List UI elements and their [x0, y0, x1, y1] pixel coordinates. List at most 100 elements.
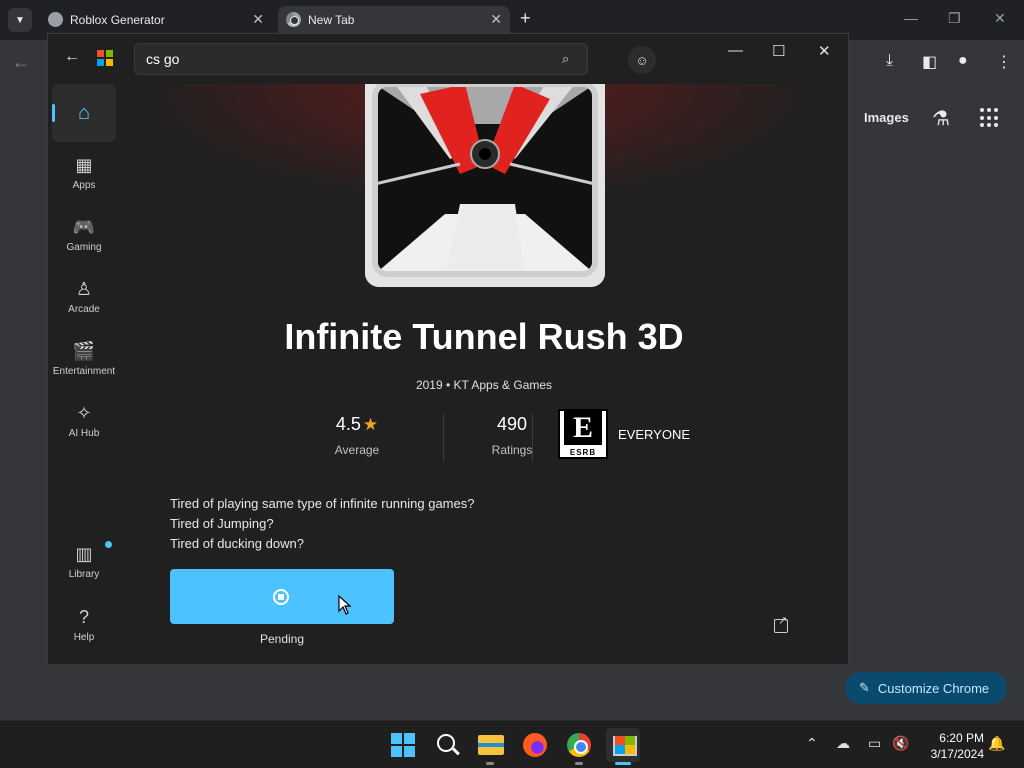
app-title: Infinite Tunnel Rush 3D [284, 316, 684, 357]
nav-help[interactable]: ? Help [52, 598, 116, 656]
apps-icon: ▦ [75, 155, 93, 175]
running-indicator [486, 762, 494, 765]
profile-icon[interactable]: ● [958, 52, 968, 70]
active-indicator [615, 762, 631, 765]
google-apps-icon[interactable] [980, 108, 1000, 128]
firefox-icon[interactable] [520, 730, 550, 760]
tab-title: New Tab [308, 13, 355, 27]
meta-separator: • [446, 378, 451, 392]
search-icon[interactable] [432, 730, 462, 760]
volume-muted-icon[interactable]: 🔇 [892, 735, 909, 752]
nav-label: Help [73, 632, 95, 643]
time: 6:20 PM [939, 731, 984, 745]
labs-flask-icon[interactable]: ⚗ [932, 106, 950, 131]
show-hidden-icons-icon[interactable]: ⌃ [806, 735, 818, 752]
chrome-icon [286, 12, 301, 27]
notification-dot [105, 541, 112, 548]
store-sidebar: ⌂ ▦ Apps 🎮 Gaming ♙ Arcade 🎬 Entertainme… [48, 84, 120, 664]
tunnel-artwork [365, 84, 605, 287]
description-line: Tired of playing same type of infinite r… [170, 496, 475, 511]
store-logo-icon [97, 50, 113, 66]
nav-home[interactable]: ⌂ [52, 84, 116, 142]
tab-new-tab[interactable]: New Tab ✕ [278, 6, 510, 34]
back-arrow-icon[interactable]: ← [12, 52, 30, 73]
install-status: Pending [259, 632, 305, 646]
esrb-text: ESRB [569, 448, 597, 457]
joystick-icon: ♙ [75, 279, 93, 299]
search-icon[interactable]: ⌕ [562, 51, 569, 67]
star-icon: ★ [362, 415, 379, 434]
start-windows-icon[interactable] [388, 730, 418, 760]
nav-label: Library [68, 569, 100, 580]
nav-arcade[interactable]: ♙ Arcade [52, 270, 116, 328]
close-window-icon[interactable]: ✕ [818, 42, 831, 60]
tab-title: Roblox Generator [70, 13, 165, 27]
app-description: Tired of playing same type of infinite r… [170, 494, 474, 554]
back-arrow-icon[interactable]: ← [64, 48, 80, 66]
tab-search-button[interactable]: ▼ [8, 8, 32, 32]
display-icon[interactable]: ▭ [868, 735, 881, 752]
minimize-icon[interactable]: — [904, 10, 918, 26]
app-meta: 2019 • KT Apps & Games [120, 378, 848, 392]
close-tab-icon[interactable]: ✕ [252, 11, 264, 28]
nav-label: Arcade [68, 304, 100, 315]
ratings-count-block[interactable]: 490 Ratings [472, 414, 552, 457]
new-tab-button[interactable]: + [520, 8, 531, 29]
close-tab-icon[interactable]: ✕ [490, 11, 502, 28]
stop-download-icon[interactable] [273, 589, 289, 605]
age-rating-label: EVERYONE [618, 427, 691, 442]
nav-label: Entertainment [52, 366, 116, 377]
publisher-link[interactable]: KT Apps & Games [454, 378, 553, 392]
ratings-count: 490 [496, 414, 528, 434]
kebab-menu-icon[interactable]: ⋮ [996, 52, 1012, 72]
description-line: Tired of ducking down? [170, 536, 304, 551]
nav-library[interactable]: ▥ Library [52, 535, 116, 593]
esrb-letter: E [564, 411, 602, 445]
rating-value: 4.5 [335, 414, 361, 434]
minimize-icon[interactable]: — [728, 42, 743, 59]
chrome-icon[interactable] [564, 730, 594, 760]
mouse-cursor-icon [338, 595, 352, 615]
home-icon: ⌂ [77, 102, 91, 124]
app-detail-page: Infinite Tunnel Rush 3D 2019 • KT Apps &… [120, 84, 848, 664]
globe-icon [48, 12, 63, 27]
search-input[interactable] [134, 43, 588, 75]
images-link[interactable]: Images [864, 110, 909, 125]
account-icon[interactable]: ☺ [628, 46, 656, 74]
nav-entertainment[interactable]: 🎬 Entertainment [52, 332, 116, 390]
share-icon[interactable] [774, 614, 788, 633]
file-explorer-icon[interactable] [476, 730, 506, 760]
running-indicator [575, 762, 583, 765]
customize-chrome-button[interactable]: ✎ Customize Chrome [845, 672, 1007, 704]
esrb-badge[interactable]: E ESRB [558, 409, 608, 459]
average-rating: 4.5 ★ Average [312, 414, 402, 457]
clock[interactable]: 6:20 PM 3/17/2024 [918, 730, 984, 762]
close-window-icon[interactable]: ✕ [994, 10, 1006, 27]
gamepad-icon: 🎮 [72, 217, 96, 237]
pencil-icon: ✎ [859, 680, 870, 695]
release-year: 2019 [415, 378, 443, 392]
maximize-icon[interactable]: ☐ [772, 42, 785, 60]
tab-roblox-generator[interactable]: Roblox Generator ✕ [40, 6, 272, 34]
date: 3/17/2024 [930, 747, 984, 761]
microsoft-store-icon[interactable] [606, 728, 640, 762]
rating-label: Average [334, 443, 380, 457]
microsoft-store-window: ← ⌕ ☺ — ☐ ✕ ⌂ ▦ Apps 🎮 Gaming ♙ Arcade 🎬… [47, 33, 849, 665]
help-icon: ? [78, 607, 89, 627]
nav-ai-hub[interactable]: ✧ AI Hub [52, 394, 116, 452]
ratings-label: Ratings [491, 443, 533, 457]
customize-chrome-label: Customize Chrome [877, 680, 990, 696]
nav-gaming[interactable]: 🎮 Gaming [52, 208, 116, 266]
onedrive-icon[interactable]: ☁ [836, 735, 850, 752]
store-title-bar: ← ⌕ ☺ — ☐ ✕ [48, 34, 848, 84]
download-icon[interactable]: ⤓ [886, 52, 893, 70]
install-progress-button[interactable] [170, 569, 394, 624]
nav-label: AI Hub [68, 428, 100, 439]
restore-icon[interactable]: ❐ [948, 10, 961, 27]
side-panel-icon[interactable]: ◧ [922, 52, 937, 72]
clapperboard-icon: 🎬 [72, 341, 96, 361]
divider [532, 414, 533, 462]
notification-bell-icon[interactable]: 🔔 [988, 735, 1005, 752]
description-line: Tired of Jumping? [170, 516, 274, 531]
nav-apps[interactable]: ▦ Apps [52, 146, 116, 204]
